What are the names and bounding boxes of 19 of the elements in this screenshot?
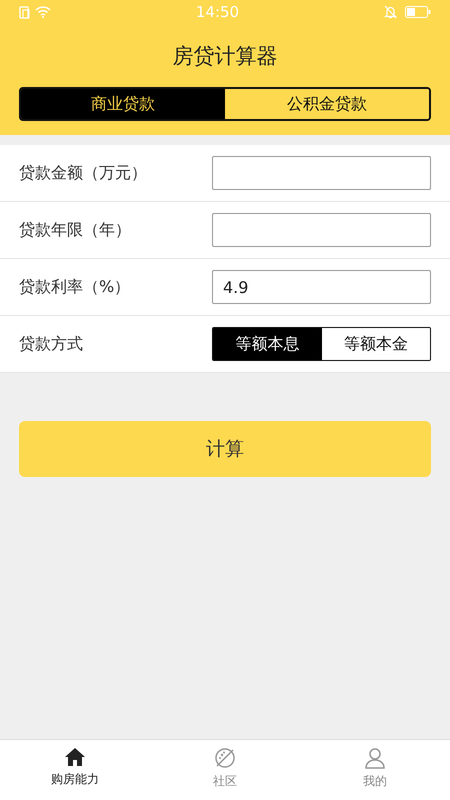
- sim-icon: [19, 6, 31, 18]
- battery-icon: [404, 6, 431, 18]
- planet-icon: [214, 747, 236, 769]
- loan-type-tab[interactable]: 商业贷款: [21, 88, 225, 118]
- field-label: 贷款年限（年）: [19, 219, 131, 241]
- status-time: 14:50: [196, 2, 240, 23]
- input-field[interactable]: 4.9: [212, 270, 431, 304]
- home-icon: [64, 747, 86, 767]
- person-icon: [364, 747, 386, 769]
- input-field[interactable]: [212, 156, 431, 190]
- field-label: 贷款方式: [19, 333, 83, 355]
- repayment-option[interactable]: 等额本息: [213, 328, 322, 360]
- field-label: 贷款金额（万元）: [19, 162, 147, 184]
- calculate-button[interactable]: 计算: [19, 421, 431, 477]
- input-field[interactable]: [212, 213, 431, 247]
- field-label: 贷款利率（%）: [19, 276, 130, 298]
- bell-off-icon: [384, 5, 397, 19]
- page-title: 房贷计算器: [172, 44, 278, 68]
- wifi-icon: [35, 6, 51, 18]
